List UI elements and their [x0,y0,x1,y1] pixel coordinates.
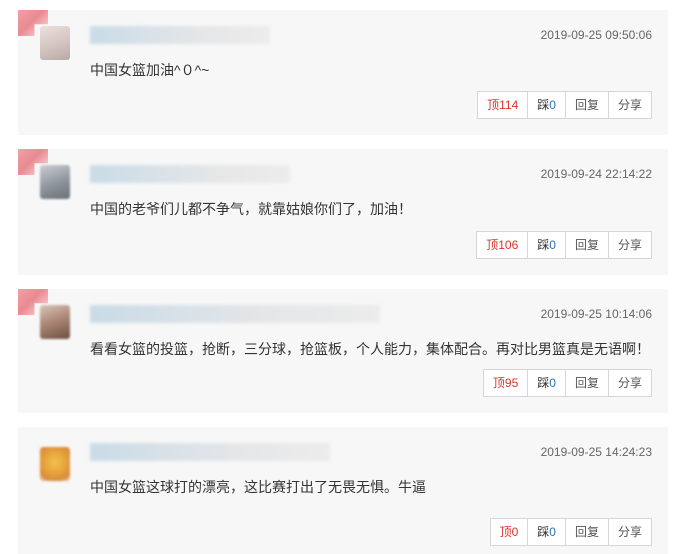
upvote-button[interactable]: 顶106 [476,231,529,259]
downvote-button[interactable]: 踩0 [527,231,566,259]
downvote-button[interactable]: 踩0 [527,91,566,119]
upvote-count: 106 [498,238,519,252]
timestamp: 2019-09-25 09:50:06 [540,28,652,42]
comment-actions: 顶95 踩0 回复 分享 [482,369,652,397]
avatar[interactable] [40,165,70,199]
downvote-label: 踩 [537,98,550,112]
comment-text: 中国女篮这球打的漂亮，这比赛打出了无畏无惧。牛逼 [90,479,426,495]
downvote-button[interactable]: 踩0 [527,518,566,546]
share-button[interactable]: 分享 [607,231,652,259]
upvote-label: 顶 [492,376,505,390]
comment-card: 2019-09-25 09:50:06 中国女篮加油^０^~ 顶114 踩0 回… [18,10,668,135]
reply-button[interactable]: 回复 [564,231,609,259]
upvote-button[interactable]: 顶0 [489,518,529,546]
downvote-label: 踩 [537,238,550,252]
upvote-button[interactable]: 顶95 [482,369,529,397]
avatar[interactable] [40,447,70,481]
comment-text: 看看女篮的投篮，抢断，三分球，抢篮板，个人能力，集体配合。再对比男篮真是无语啊！ [90,341,650,357]
downvote-button[interactable]: 踩0 [527,369,566,397]
comment-actions: 顶106 踩0 回复 分享 [476,231,652,259]
upvote-count: 95 [504,376,519,390]
downvote-count: 0 [549,376,556,390]
comment-actions: 顶0 踩0 回复 分享 [489,518,652,546]
timestamp: 2019-09-25 14:24:23 [540,445,652,459]
reply-button[interactable]: 回复 [564,91,609,119]
upvote-label: 顶 [499,525,512,539]
username[interactable] [90,443,330,461]
upvote-label: 顶 [486,238,499,252]
timestamp: 2019-09-25 10:14:06 [540,307,652,321]
downvote-label: 踩 [537,525,550,539]
upvote-count: 0 [511,525,519,539]
downvote-count: 0 [549,98,556,112]
downvote-count: 0 [549,525,556,539]
reply-button[interactable]: 回复 [564,369,609,397]
avatar[interactable] [40,26,70,60]
comment-card: 2019-09-25 10:14:06 看看女篮的投篮，抢断，三分球，抢篮板，个… [18,289,668,413]
comment-actions: 顶114 踩0 回复 分享 [477,91,652,119]
username[interactable] [90,165,290,183]
downvote-label: 踩 [537,376,550,390]
comment-text: 中国女篮加油^０^~ [90,62,210,78]
comment-card: 2019-09-24 22:14:22 中国的老爷们儿都不争气，就靠姑娘你们了，… [18,149,668,275]
username[interactable] [90,305,380,323]
username[interactable] [90,26,270,44]
comment-card: 2019-09-25 14:24:23 中国女篮这球打的漂亮，这比赛打出了无畏无… [18,427,668,554]
reply-button[interactable]: 回复 [564,518,609,546]
share-button[interactable]: 分享 [607,518,652,546]
upvote-count: 114 [499,98,519,112]
avatar[interactable] [40,305,70,339]
upvote-label: 顶 [487,98,500,112]
upvote-button[interactable]: 顶114 [477,91,529,119]
share-button[interactable]: 分享 [607,91,652,119]
comment-text: 中国的老爷们儿都不争气，就靠姑娘你们了，加油！ [90,201,412,217]
timestamp: 2019-09-24 22:14:22 [540,167,652,181]
downvote-count: 0 [549,238,556,252]
share-button[interactable]: 分享 [607,369,652,397]
